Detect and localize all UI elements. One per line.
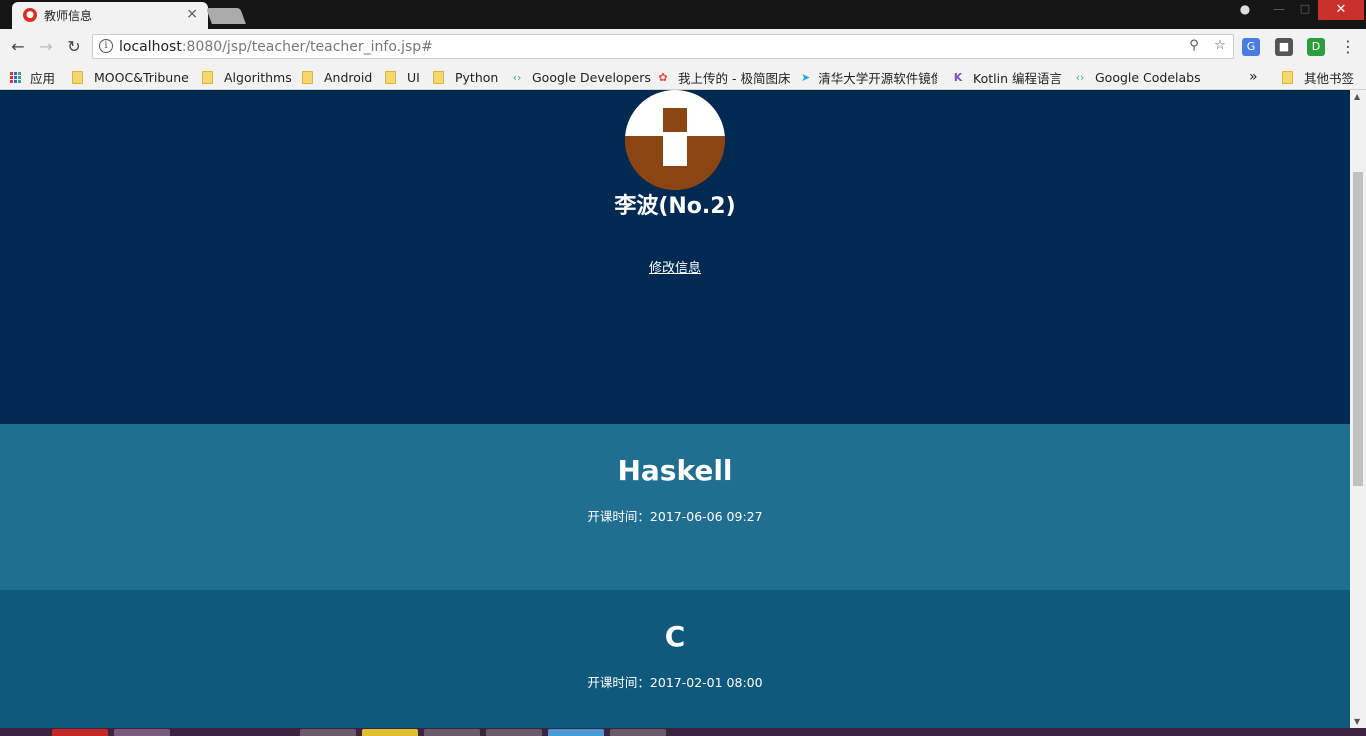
bookmark-tuchuang[interactable]: ✿ 我上传的 - 极简图床 — [656, 68, 790, 86]
page-scrollbar[interactable]: ▲ ▼ — [1350, 90, 1366, 728]
bookmark-label: Android — [324, 69, 373, 85]
tab-active[interactable]: ● 教师信息 × — [12, 2, 208, 29]
course-start-time: 开课时间：2017-02-01 08:00 — [587, 675, 763, 690]
taskbar-app[interactable] — [362, 729, 418, 736]
os-taskbar — [0, 728, 1366, 736]
bookmark-star-icon[interactable]: ☆ — [1211, 38, 1229, 56]
bookmark-label: Kotlin 编程语言 — [973, 70, 1062, 86]
bookmark-google-codelabs[interactable]: ‹› Google Codelabs — [1073, 68, 1201, 86]
folder-icon — [302, 70, 313, 84]
bookmark-label: 清华大学开源软件镜像 — [818, 70, 937, 86]
course-card[interactable]: Haskell 开课时间：2017-06-06 09:27 — [0, 424, 1350, 590]
minimize-icon[interactable]: — — [1266, 2, 1292, 20]
teacher-profile-header: 李波(No.2) 修改信息 — [0, 90, 1350, 424]
taskbar-app[interactable] — [548, 729, 604, 736]
edit-info-container: 修改信息 — [0, 257, 1350, 276]
reload-icon[interactable]: ↻ — [64, 37, 84, 57]
bookmark-other[interactable]: 其他书签 — [1282, 68, 1354, 86]
bookmark-label: Algorithms — [224, 69, 292, 85]
flower-icon: ✿ — [658, 70, 668, 84]
taskbar-app[interactable] — [486, 729, 542, 736]
scrollbar-thumb[interactable] — [1353, 172, 1363, 486]
new-tab-button[interactable] — [206, 8, 246, 24]
browser-toolbar: ← → ↻ i localhost:8080/jsp/teacher/teach… — [0, 29, 1366, 64]
favicon-icon: ● — [23, 8, 37, 22]
course-start-time: 开课时间：2017-06-06 09:27 — [587, 509, 763, 524]
window-close-icon[interactable]: ✕ — [1318, 0, 1364, 20]
puzzle-extension-icon[interactable]: ■ — [1275, 38, 1293, 56]
bookmark-label: MOOC&Tribune — [94, 69, 189, 85]
folder-icon — [72, 70, 83, 84]
bookmark-mooc[interactable]: MOOC&Tribune — [72, 68, 189, 86]
d-extension-icon[interactable]: D — [1307, 38, 1325, 56]
code-icon: ‹› — [512, 70, 522, 84]
translate-extension-icon[interactable]: G — [1242, 38, 1260, 56]
back-icon[interactable]: ← — [8, 37, 28, 57]
bookmark-label: 其他书签 — [1304, 70, 1355, 86]
maximize-icon[interactable]: □ — [1292, 2, 1318, 20]
bookmark-label: UI — [407, 69, 420, 85]
tab-close-icon[interactable]: × — [186, 6, 198, 22]
apps-grid-icon — [10, 71, 21, 83]
course-name: C — [664, 620, 686, 653]
menu-icon[interactable]: ⋮ — [1340, 37, 1356, 57]
forward-icon[interactable]: → — [36, 37, 56, 57]
kotlin-icon: K — [953, 70, 963, 84]
browser-titlebar: ● 教师信息 × ● — □ ✕ — [0, 0, 1366, 29]
zoom-icon[interactable]: ⚲ — [1185, 38, 1203, 56]
bookmark-google-developers[interactable]: ‹› Google Developers — [510, 68, 651, 86]
bird-icon: ➤ — [801, 70, 811, 84]
bookmark-label: Google Developers — [532, 69, 651, 85]
avatar — [625, 90, 725, 190]
bookmarks-overflow-icon[interactable]: » — [1249, 68, 1258, 86]
bookmarks-bar: 应用 MOOC&Tribune Algorithms Android UI Py… — [0, 64, 1366, 90]
folder-icon — [202, 70, 213, 84]
course-name: Haskell — [617, 454, 733, 487]
tab-title: 教师信息 — [44, 9, 93, 23]
bookmark-android[interactable]: Android — [302, 68, 372, 86]
bookmark-algorithms[interactable]: Algorithms — [202, 68, 292, 86]
bookmark-kotlin[interactable]: K Kotlin 编程语言 — [951, 68, 1062, 86]
folder-icon — [433, 70, 444, 84]
page-viewport: 李波(No.2) 修改信息 Haskell 开课时间：2017-06-06 09… — [0, 90, 1350, 728]
bookmark-apps[interactable]: 应用 — [10, 68, 55, 86]
scroll-down-icon[interactable]: ▼ — [1354, 717, 1360, 726]
bookmark-python[interactable]: Python — [433, 68, 498, 86]
url-host: localhost — [119, 39, 182, 55]
info-icon[interactable]: i — [99, 39, 113, 53]
bookmark-label: Python — [455, 69, 499, 85]
taskbar-app[interactable] — [424, 729, 480, 736]
folder-icon — [1282, 70, 1293, 84]
bookmark-label: 我上传的 - 极简图床 — [678, 70, 791, 86]
address-bar[interactable]: i localhost:8080/jsp/teacher/teacher_inf… — [92, 34, 1234, 59]
bookmark-tsinghua-mirror[interactable]: ➤ 清华大学开源软件镜像 — [801, 68, 937, 86]
code-icon: ‹› — [1075, 70, 1085, 84]
edit-info-link[interactable]: 修改信息 — [649, 261, 701, 276]
user-profile-icon[interactable]: ● — [1232, 2, 1258, 20]
scroll-up-icon[interactable]: ▲ — [1354, 92, 1360, 101]
taskbar-app[interactable] — [52, 729, 108, 736]
taskbar-app[interactable] — [114, 729, 170, 736]
url-text[interactable]: localhost:8080/jsp/teacher/teacher_info.… — [119, 39, 433, 55]
teacher-name: 李波(No.2) — [614, 194, 736, 219]
folder-icon — [385, 70, 396, 84]
url-path: :8080/jsp/teacher/teacher_info.jsp# — [181, 39, 433, 55]
course-card[interactable]: C 开课时间：2017-02-01 08:00 — [0, 590, 1350, 728]
bookmark-label: Google Codelabs — [1095, 69, 1201, 85]
bookmark-label: 应用 — [30, 70, 56, 86]
bookmark-ui[interactable]: UI — [385, 68, 420, 86]
taskbar-app[interactable] — [300, 729, 356, 736]
taskbar-app[interactable] — [610, 729, 666, 736]
